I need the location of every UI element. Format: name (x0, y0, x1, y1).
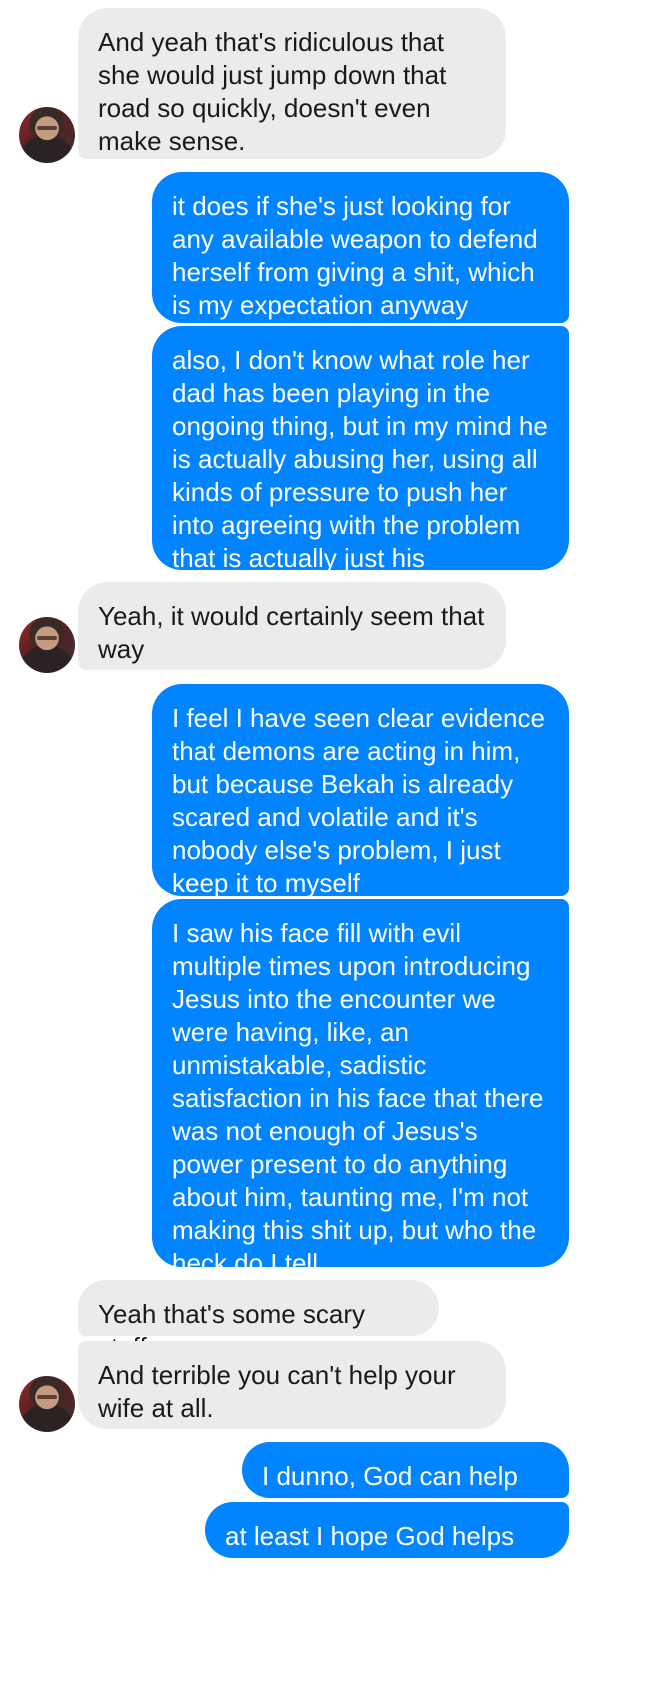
incoming-message[interactable]: Yeah that's some scary stuff (78, 1280, 439, 1362)
message-text: And yeah that's ridiculous that she woul… (98, 27, 447, 156)
incoming-message[interactable]: Yeah, it would certainly seem that way (78, 582, 506, 670)
incoming-message[interactable]: And yeah that's ridiculous that she woul… (78, 8, 506, 159)
message-text: And terrible you can't help your wife at… (98, 1360, 456, 1423)
message-text: I saw his face fill with evil multiple t… (172, 918, 544, 1278)
outgoing-message[interactable]: I dunno, God can help her (242, 1442, 569, 1524)
message-text: it does if she's just looking for any av… (172, 191, 538, 320)
message-thread: And yeah that's ridiculous that she woul… (0, 0, 648, 1682)
outgoing-message[interactable]: at least I hope God helps her (205, 1502, 569, 1584)
message-text: also, I don't know what role her dad has… (172, 345, 548, 573)
contact-avatar[interactable] (19, 107, 75, 163)
contact-avatar[interactable] (19, 617, 75, 673)
incoming-message[interactable]: And terrible you can't help your wife at… (78, 1341, 506, 1429)
message-text: at least I hope God helps her (225, 1521, 515, 1584)
message-text: I feel I have seen clear evidence that d… (172, 703, 545, 898)
message-text: Yeah, it would certainly seem that way (98, 601, 485, 664)
outgoing-message[interactable]: I feel I have seen clear evidence that d… (152, 684, 569, 898)
outgoing-message[interactable]: it does if she's just looking for any av… (152, 172, 569, 323)
contact-avatar[interactable] (19, 1376, 75, 1432)
outgoing-message[interactable]: also, I don't know what role her dad has… (152, 326, 569, 573)
outgoing-message[interactable]: I saw his face fill with evil multiple t… (152, 899, 569, 1278)
